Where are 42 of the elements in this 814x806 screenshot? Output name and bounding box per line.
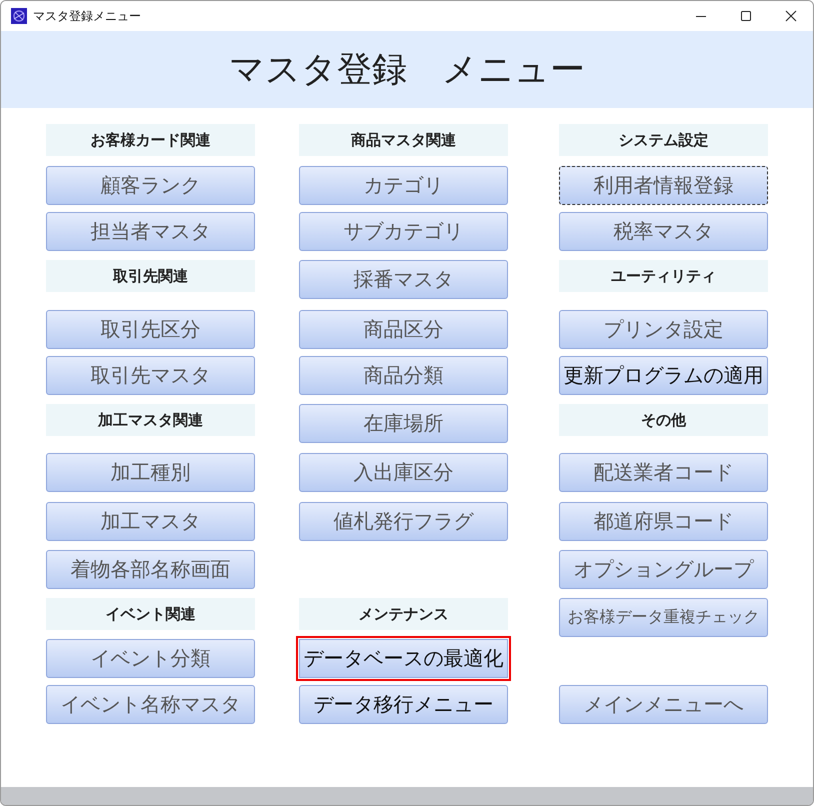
app-icon (11, 8, 27, 24)
menu-button[interactable]: 入出庫区分 (299, 453, 508, 492)
menu-button[interactable]: 商品区分 (299, 310, 508, 349)
form-heading: マスタ登録 メニュー (229, 49, 585, 92)
menu-button[interactable]: 顧客ランク (46, 166, 255, 205)
menu-button[interactable]: 取引先区分 (46, 310, 255, 349)
menu-button[interactable]: カテゴリ (299, 166, 508, 205)
section-header: 商品マスタ関連 (299, 124, 508, 156)
menu-button[interactable]: プリンタ設定 (559, 310, 768, 349)
menu-button[interactable]: 加工種別 (46, 453, 255, 492)
section-header: お客様カード関連 (46, 124, 255, 156)
menu-button[interactable]: 取引先マスタ (46, 356, 255, 395)
menu-button[interactable]: データベースの最適化 (296, 636, 511, 681)
menu-button[interactable]: 加工マスタ (46, 502, 255, 541)
menu-button[interactable]: 担当者マスタ (46, 212, 255, 251)
menu-button[interactable]: 更新プログラムの適用 (559, 356, 768, 395)
menu-button[interactable]: サブカテゴリ (299, 212, 508, 251)
section-header: システム設定 (559, 124, 768, 156)
menu-button[interactable]: お客様データ重複チェック (559, 598, 768, 637)
menu-button[interactable]: オプショングループ (559, 550, 768, 589)
menu-button[interactable]: イベント分類 (46, 639, 255, 678)
menu-button[interactable]: メインメニューへ (559, 685, 768, 724)
menu-button[interactable]: データ移行メニュー (299, 685, 508, 724)
section-header: その他 (559, 404, 768, 436)
menu-button[interactable]: 採番マスタ (299, 260, 508, 299)
maximize-icon[interactable] (740, 10, 752, 22)
menu-button[interactable]: 商品分類 (299, 356, 508, 395)
menu-button[interactable]: 都道府県コード (559, 502, 768, 541)
menu-button[interactable]: 着物各部名称画面 (46, 550, 255, 589)
section-header: イベント関連 (46, 598, 255, 630)
menu-button[interactable]: 税率マスタ (559, 212, 768, 251)
menu-button[interactable]: イベント名称マスタ (46, 685, 255, 724)
section-header: 加工マスタ関連 (46, 404, 255, 436)
close-icon[interactable] (785, 10, 797, 22)
menu-button[interactable]: 配送業者コード (559, 453, 768, 492)
menu-button[interactable]: 在庫場所 (299, 404, 508, 443)
window-title: マスタ登録メニュー (33, 8, 141, 24)
section-header: ユーティリティ (559, 260, 768, 292)
menu-button[interactable]: 値札発行フラグ (299, 502, 508, 541)
section-header: メンテナンス (299, 598, 508, 630)
section-header: 取引先関連 (46, 260, 255, 292)
menu-button[interactable]: 利用者情報登録 (559, 166, 768, 205)
